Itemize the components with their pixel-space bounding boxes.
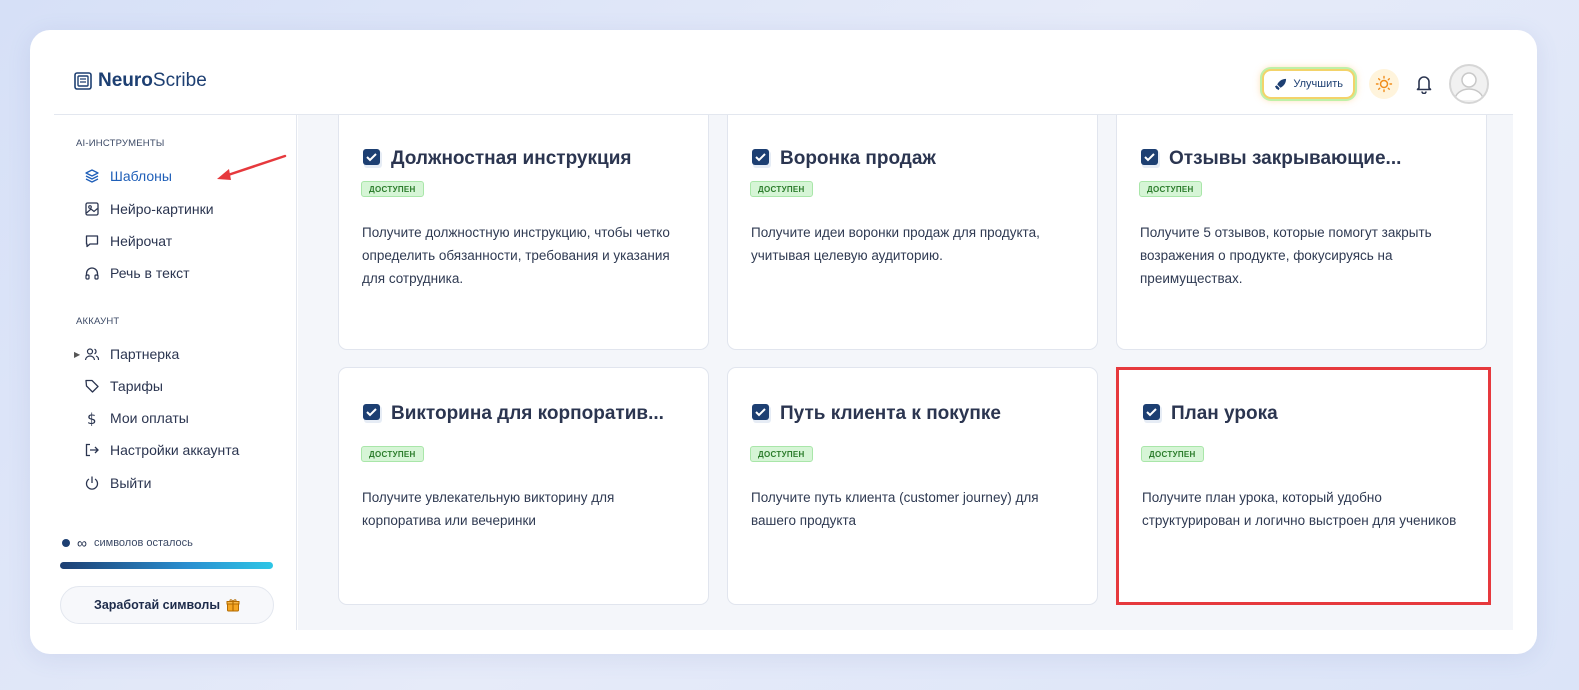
header-actions: Улучшить [1262, 64, 1489, 104]
card-title: Должностная инструкция [391, 148, 632, 169]
notifications-button[interactable] [1413, 73, 1435, 95]
symbols-text: символов осталось [93, 537, 193, 549]
checkbox-icon [1141, 149, 1160, 168]
sidebar-item-label: Выйти [110, 475, 152, 491]
templates-grid: Должностная инструкция ДОСТУПЕН Получите… [298, 115, 1513, 630]
power-icon [85, 476, 99, 490]
sidebar-item-templates[interactable]: Шаблоны [84, 165, 172, 187]
status-badge: ДОСТУПЕН [361, 181, 424, 197]
headphones-icon [85, 267, 99, 280]
chat-icon [85, 235, 99, 248]
upgrade-button[interactable]: Улучшить [1262, 69, 1355, 99]
sidebar-item-neuro-images[interactable]: Нейро-картинки [84, 198, 214, 220]
annotation-arrow-icon [217, 154, 287, 180]
checkbox-icon [363, 404, 382, 423]
template-card-quiz[interactable]: Викторина для корпоратив... ДОСТУПЕН Пол… [338, 367, 709, 605]
sidebar: AI-ИНСТРУМЕНТЫ Шаблоны Нейро-картинки Не… [54, 115, 297, 630]
status-dot [62, 539, 70, 547]
upgrade-label: Улучшить [1293, 78, 1343, 90]
checkbox-icon [752, 404, 771, 423]
sidebar-item-logout[interactable]: Выйти [84, 472, 151, 494]
login-icon [85, 443, 99, 457]
symbols-progress-bar [60, 562, 273, 569]
sidebar-item-label: Шаблоны [110, 168, 172, 184]
sidebar-item-label: Тарифы [110, 378, 163, 394]
svg-text:$: $ [87, 410, 97, 426]
checkbox-icon [1143, 404, 1162, 423]
users-icon [84, 348, 100, 361]
card-title: Путь клиента к покупке [780, 403, 1001, 424]
status-badge: ДОСТУПЕН [1139, 181, 1202, 197]
sidebar-item-label: Нейро-картинки [110, 201, 214, 217]
image-icon [85, 202, 99, 216]
status-badge: ДОСТУПЕН [1141, 446, 1204, 462]
template-card-job-description[interactable]: Должностная инструкция ДОСТУПЕН Получите… [338, 115, 709, 350]
sidebar-item-label: Нейрочат [110, 233, 173, 249]
section-label-account: АККАУНТ [76, 316, 120, 327]
theme-toggle-button[interactable] [1369, 69, 1399, 99]
card-title: Воронка продаж [780, 148, 936, 169]
sidebar-item-label: Речь в текст [110, 265, 190, 281]
card-description: Получите идеи воронки продаж для продукт… [751, 225, 1040, 263]
layers-icon [85, 169, 99, 183]
gift-icon [226, 599, 240, 612]
template-card-customer-journey[interactable]: Путь клиента к покупке ДОСТУПЕН Получите… [727, 367, 1098, 605]
logo[interactable]: NeuroScribe [74, 70, 207, 92]
expand-caret-icon[interactable]: ▶ [74, 350, 80, 359]
template-card-lesson-plan[interactable]: План урока ДОСТУПЕН Получите план урока,… [1116, 367, 1491, 605]
rocket-icon [1275, 78, 1287, 90]
sun-icon [1375, 75, 1393, 93]
checkbox-icon [752, 149, 771, 168]
earn-label: Заработай символы [94, 598, 220, 612]
checkbox-icon [363, 149, 382, 168]
logo-text: Scribe [152, 70, 207, 91]
card-description: Получите путь клиента (customer journey)… [751, 490, 1039, 528]
header: NeuroScribe Улучшить [30, 30, 1537, 114]
dollar-icon: $ [87, 410, 97, 426]
status-badge: ДОСТУПЕН [750, 181, 813, 197]
card-title: План урока [1171, 403, 1278, 424]
sidebar-item-account-settings[interactable]: Настройки аккаунта [84, 439, 239, 461]
card-description: Получите должностную инструкцию, чтобы ч… [362, 225, 670, 286]
sidebar-item-label: Настройки аккаунта [110, 442, 240, 458]
section-label-tools: AI-ИНСТРУМЕНТЫ [76, 138, 165, 149]
logo-icon [74, 72, 92, 90]
template-card-sales-funnel[interactable]: Воронка продаж ДОСТУПЕН Получите идеи во… [727, 115, 1098, 350]
card-description: Получите 5 отзывов, которые помогут закр… [1140, 225, 1432, 286]
card-description: Получите увлекательную викторину для кор… [362, 490, 615, 528]
user-avatar-icon [1454, 72, 1484, 101]
sidebar-item-neurochat[interactable]: Нейрочат [84, 230, 172, 252]
sidebar-item-speech-to-text[interactable]: Речь в текст [84, 262, 190, 284]
sidebar-item-payments[interactable]: $ Мои оплаты [84, 407, 189, 429]
app-window: NeuroScribe Улучшить AI-ИНСТРУМЕНТЫ Шабл… [30, 30, 1537, 654]
status-badge: ДОСТУПЕН [361, 446, 424, 462]
symbols-value: ∞ [77, 535, 87, 551]
sidebar-item-partners[interactable]: Партнерка [84, 343, 179, 365]
earn-symbols-button[interactable]: Заработай символы [60, 586, 274, 624]
avatar[interactable] [1449, 64, 1489, 104]
template-card-reviews[interactable]: Отзывы закрывающие... ДОСТУПЕН Получите … [1116, 115, 1487, 350]
status-badge: ДОСТУПЕН [750, 446, 813, 462]
bell-icon [1416, 76, 1432, 94]
tag-icon [85, 379, 99, 393]
sidebar-item-tariffs[interactable]: Тарифы [84, 375, 163, 397]
card-title: Отзывы закрывающие... [1169, 148, 1402, 169]
logo-bold-text: Neuro [98, 70, 153, 91]
sidebar-item-label: Партнерка [110, 346, 180, 362]
sidebar-item-label: Мои оплаты [110, 410, 189, 426]
symbols-remaining: ∞ символов осталось [62, 535, 193, 551]
card-description: Получите план урока, который удобно стру… [1142, 490, 1457, 528]
card-title: Викторина для корпоратив... [391, 403, 664, 424]
